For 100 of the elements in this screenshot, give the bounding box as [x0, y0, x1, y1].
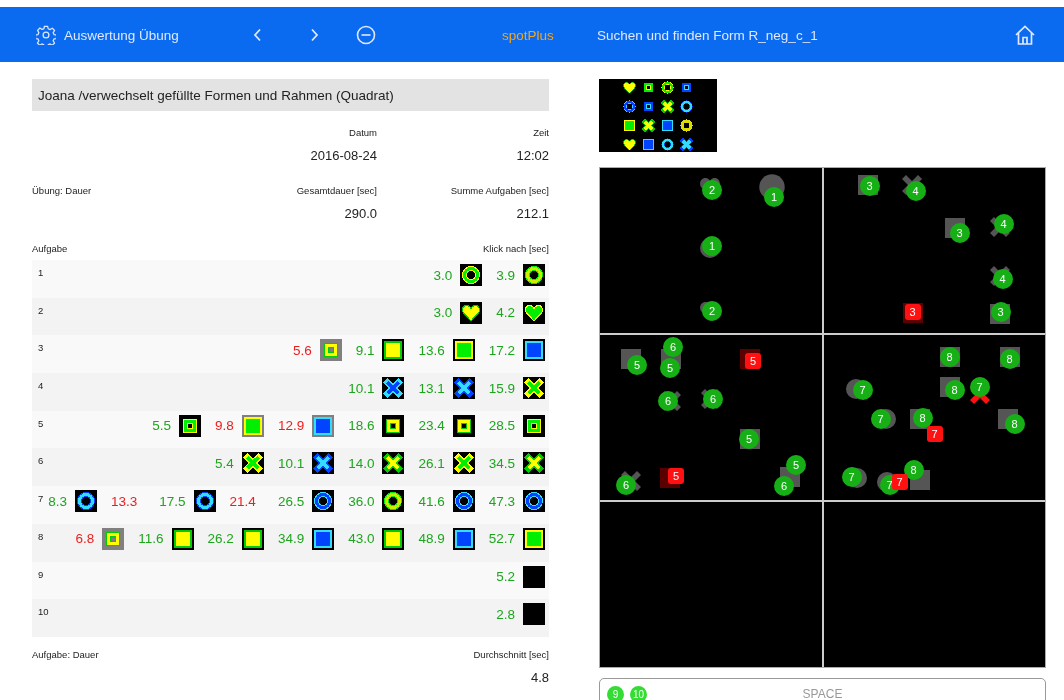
page-title: Auswertung Übung: [64, 27, 179, 42]
click-time: 48.9: [418, 531, 445, 547]
row-number: 7: [38, 493, 44, 505]
click-time: 2.8: [496, 606, 515, 622]
click-marker: 7: [841, 467, 862, 487]
click-time: 3.0: [433, 305, 453, 321]
sum-value: 212.1: [516, 206, 549, 221]
click-time: 43.0: [348, 531, 375, 547]
row-number: 5: [38, 417, 44, 429]
total-value: 290.0: [344, 206, 377, 221]
click-marker: 8: [903, 460, 924, 480]
click-time: 18.6: [348, 418, 375, 434]
click-time: 13.1: [418, 380, 445, 396]
click-marker: 6: [616, 475, 636, 495]
average-value: 4.8: [530, 669, 549, 685]
minus-circle-icon[interactable]: [356, 24, 376, 45]
click-time: 26.5: [277, 493, 305, 509]
click-time: 12.9: [277, 418, 305, 434]
date-value: 2016-08-24: [310, 148, 377, 163]
click-time: 9.1: [355, 342, 375, 358]
click-marker: 6: [703, 389, 723, 409]
click-time: 9.8: [215, 418, 234, 434]
previous-icon[interactable]: [253, 27, 263, 42]
row-number: 10: [38, 606, 49, 618]
click-marker: 2: [702, 301, 722, 321]
click-time: 15.9: [488, 380, 515, 396]
click-time: 26.1: [418, 455, 445, 471]
duration-label: Aufgabe: Dauer: [32, 648, 100, 660]
click-time: 47.3: [488, 493, 515, 509]
sum-label: Summe Aufgaben [sec]: [450, 185, 549, 196]
click-time: 3.9: [496, 267, 515, 283]
click-marker: 4: [992, 269, 1013, 289]
row-number: 4: [38, 380, 44, 392]
click-time: 14.0: [348, 455, 375, 471]
click-time: 3.0: [433, 267, 453, 283]
click-time: 23.4: [418, 418, 445, 434]
report-title: Joana /verwechselt gefüllte Formen und Rahmen (Quadrat): [32, 79, 549, 111]
task-title: Suchen und finden Form R_neg_c_1: [597, 27, 818, 42]
click-time: 5.5: [152, 418, 172, 434]
click-time: 17.5: [159, 493, 186, 509]
click-time: 10.1: [277, 455, 305, 471]
column-header: Klick nach [sec]: [483, 243, 549, 254]
click-time: 41.6: [418, 493, 445, 509]
home-icon[interactable]: [1014, 23, 1036, 46]
next-icon[interactable]: [309, 27, 319, 42]
click-time: 5.6: [292, 342, 312, 358]
row-number: 8: [38, 530, 44, 542]
click-marker: 1: [764, 187, 784, 207]
click-time: 21.4: [229, 493, 256, 509]
click-time: 26.2: [207, 531, 234, 547]
click-marker: 5: [660, 358, 680, 378]
click-time: 28.5: [488, 418, 515, 434]
wrong-click-marker: 5: [668, 468, 684, 484]
click-time: 13.3: [111, 493, 138, 509]
click-marker: 10: [630, 685, 647, 700]
time-label: Zeit: [533, 127, 549, 138]
click-marker: 8: [999, 349, 1020, 369]
click-marker: 6: [658, 391, 678, 411]
click-marker: 6: [663, 337, 683, 357]
exercise-label: Übung: Dauer: [32, 185, 93, 196]
click-marker: 6: [774, 476, 794, 496]
row-number: 9: [38, 568, 44, 580]
row-number: 2: [38, 304, 44, 316]
wrong-click-marker: 7: [926, 426, 943, 442]
date-label: Datum: [349, 127, 377, 138]
click-time: 52.7: [488, 531, 515, 547]
row-number: 6: [38, 455, 44, 467]
click-marker: 4: [905, 181, 926, 201]
click-time: 5.2: [496, 569, 515, 584]
time-value: 12:02: [516, 148, 549, 163]
click-marker: 7: [870, 409, 891, 429]
click-marker: 1: [702, 236, 722, 256]
settings-icon[interactable]: [36, 24, 56, 45]
row-number: 1: [38, 267, 44, 278]
click-marker: 8: [939, 347, 960, 367]
click-marker: 7: [969, 377, 990, 397]
click-time: 34.5: [488, 455, 515, 471]
click-time: 34.9: [277, 531, 305, 547]
click-time: 10.1: [348, 380, 375, 396]
click-marker: 5: [627, 355, 647, 375]
brand-label: spotPlus: [502, 27, 554, 42]
click-time: 11.6: [138, 531, 164, 547]
click-time: 5.4: [215, 455, 234, 471]
click-time: 17.2: [488, 342, 515, 358]
row-number: 3: [38, 342, 44, 354]
total-label: Gesamtdauer [sec]: [296, 185, 377, 196]
click-time: 13.6: [418, 342, 445, 358]
click-time: 6.8: [75, 531, 95, 547]
click-time: 4.2: [496, 305, 515, 321]
click-marker: 2: [702, 180, 722, 200]
click-marker: 5: [739, 429, 759, 449]
space-label: SPACE: [802, 687, 843, 700]
click-time: 36.0: [348, 493, 375, 509]
column-header: Aufgabe: [32, 243, 68, 254]
click-time: 8.3: [48, 493, 68, 509]
wrong-click-marker: 5: [745, 353, 761, 369]
click-marker: 4: [993, 214, 1014, 234]
click-marker: 9: [607, 685, 624, 700]
click-marker: 5: [786, 455, 806, 475]
average-label: Durchschnitt [sec]: [473, 648, 549, 660]
